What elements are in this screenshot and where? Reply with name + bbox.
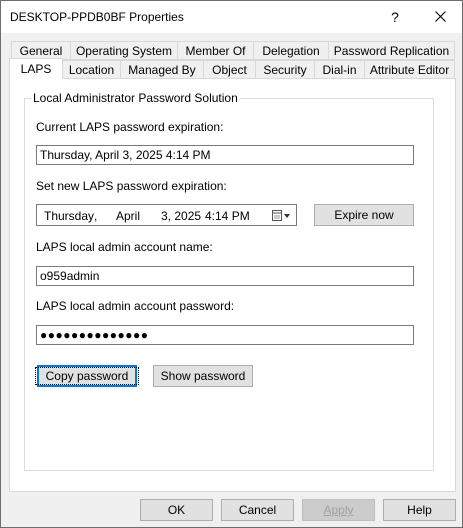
tab-label: Delegation [262,43,320,58]
tab-managed-by[interactable]: Managed By [120,60,204,79]
ok-button[interactable]: OK [140,499,213,521]
calendar-icon [272,210,290,221]
date-weekday[interactable]: Thursday [44,209,94,223]
cancel-button[interactable]: Cancel [221,499,294,521]
laps-tab-panel: Local Administrator Password Solution Cu… [9,78,456,492]
tab-label: Attribute Editor [369,62,450,77]
cancel-label: Cancel [238,503,277,517]
tab-label: Password Replication [333,43,450,58]
new-expiration-datepicker[interactable]: Thursday , April 3, 2025 4:14 PM [36,204,297,226]
tab-attribute-editor[interactable]: Attribute Editor [364,60,455,79]
close-icon [434,11,446,22]
new-expiration-label: Set new LAPS password expiration: [36,179,227,193]
tab-label: Member Of [185,43,246,58]
tab-laps[interactable]: LAPS [9,58,63,79]
tab-member-of[interactable]: Member Of [177,41,254,60]
apply-button[interactable]: Apply [302,499,375,521]
calendar-dropdown-button[interactable] [271,208,293,223]
tab-label: Security [263,62,307,77]
expire-now-label: Expire now [334,208,394,222]
tab-label: General [19,43,63,58]
account-name-label: LAPS local admin account name: [36,240,213,254]
date-day-year[interactable]: 3, 2025 [161,209,201,223]
account-password-label: LAPS local admin account password: [36,299,235,313]
tab-label: Object [212,62,247,77]
help-title-button[interactable]: ? [373,1,417,32]
tab-object[interactable]: Object [203,60,256,79]
show-password-button[interactable]: Show password [153,365,253,387]
copy-password-button[interactable]: Copy password [34,365,140,387]
date-time[interactable]: 4:14 PM [205,209,250,223]
tab-operating-system[interactable]: Operating System [70,41,178,60]
window-title: DESKTOP-PPDB0BF Properties [10,10,184,24]
tab-label: Dial-in [322,62,357,77]
tab-delegation[interactable]: Delegation [253,41,329,60]
tab-label: LAPS [20,61,52,76]
tab-location[interactable]: Location [62,60,121,79]
help-button[interactable]: Help [383,499,456,521]
expire-now-button[interactable]: Expire now [314,204,414,226]
show-password-label: Show password [160,369,246,383]
account-password-field[interactable]: ●●●●●●●●●●●●●● [36,325,414,345]
properties-dialog: DESKTOP-PPDB0BF Properties ? General Ope… [0,0,463,528]
ok-label: OK [167,503,186,517]
groupbox-title: Local Administrator Password Solution [31,91,240,105]
tab-security[interactable]: Security [255,60,315,79]
copy-password-label: Copy password [34,367,140,385]
tab-password-replication[interactable]: Password Replication [328,41,455,60]
current-expiration-label: Current LAPS password expiration: [36,120,224,134]
tab-label: Location [68,62,115,77]
title-bar: DESKTOP-PPDB0BF Properties ? [1,1,462,33]
tab-label: Managed By [128,62,196,77]
apply-label: Apply [323,503,354,517]
date-month[interactable]: April [116,209,140,223]
date-separator: , [94,209,98,223]
current-expiration-field[interactable]: Thursday, April 3, 2025 4:14 PM [36,145,414,165]
question-mark-icon: ? [391,8,399,25]
account-name-field[interactable]: o959admin [36,266,414,286]
tab-dial-in[interactable]: Dial-in [314,60,365,79]
laps-groupbox: Local Administrator Password Solution Cu… [24,91,434,471]
tab-label: Operating System [75,43,173,58]
close-button[interactable] [418,1,462,32]
help-label: Help [407,503,432,517]
